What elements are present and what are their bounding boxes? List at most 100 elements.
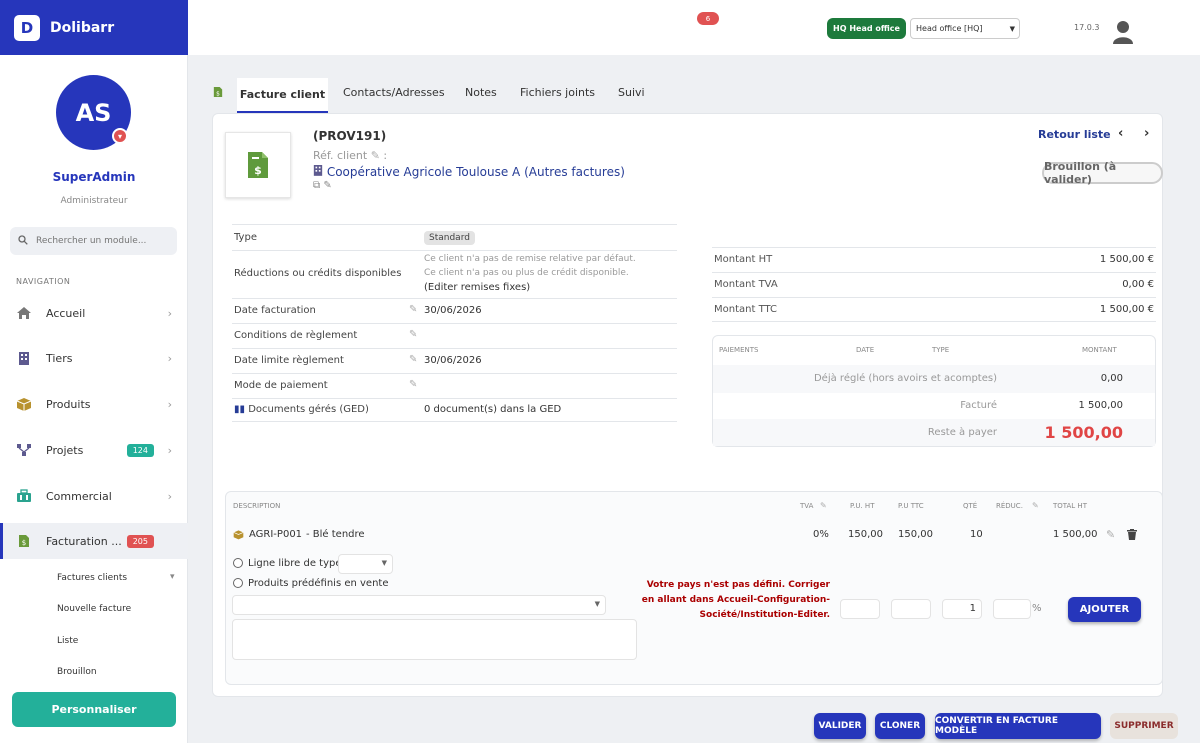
- pencil-icon[interactable]: ✎: [820, 501, 827, 510]
- product-select[interactable]: ▼: [232, 595, 606, 615]
- add-line-button[interactable]: AJOUTER: [1068, 597, 1141, 622]
- tab-facture-client[interactable]: Facture client: [237, 78, 328, 113]
- free-line-type-select[interactable]: ▼: [338, 554, 393, 574]
- field-label: Réductions ou crédits disponibles: [234, 268, 402, 279]
- sub-item-brouillon[interactable]: Brouillon: [57, 667, 97, 677]
- new-line-discount-input[interactable]: [993, 599, 1031, 619]
- chevron-down-icon[interactable]: ▾: [112, 128, 128, 144]
- entity-select[interactable]: Head office [HQ] ▼: [910, 18, 1020, 39]
- caret-down-icon[interactable]: ▾: [170, 572, 175, 582]
- module-search[interactable]: [10, 227, 177, 255]
- sidebar-item-label: Projets: [46, 443, 84, 457]
- customize-button[interactable]: Personnaliser: [12, 692, 176, 727]
- ged-link[interactable]: 0 document(s) dans la GED: [424, 404, 561, 415]
- user-role: Administrateur: [60, 196, 128, 206]
- count-badge: 124: [126, 443, 154, 457]
- ref-client-row: Réf. client ✎ :: [313, 149, 387, 162]
- pencil-icon[interactable]: ✎: [409, 379, 417, 390]
- tab-notes[interactable]: Notes: [465, 86, 497, 99]
- sidebar-item-commercial[interactable]: Commercial ›: [0, 478, 188, 514]
- project-icon: [16, 442, 32, 458]
- line-header: P.U. HT: [850, 502, 875, 510]
- invoice-ref: (PROV191): [313, 129, 387, 143]
- notification-badge[interactable]: 6: [697, 12, 719, 25]
- status-badge: Brouillon (à valider): [1042, 160, 1163, 186]
- sub-item-liste[interactable]: Liste: [57, 636, 78, 646]
- validate-button[interactable]: VALIDER: [814, 713, 866, 739]
- pencil-icon[interactable]: ✎: [409, 304, 417, 315]
- sidebar-item-tiers[interactable]: Tiers ›: [0, 340, 188, 376]
- radio-button[interactable]: [233, 578, 243, 588]
- radio-button[interactable]: [233, 558, 243, 568]
- box-icon: [16, 396, 32, 412]
- sub-item-factures-clients[interactable]: Factures clients: [57, 573, 127, 583]
- predefined-option[interactable]: Produits prédéfinis en vente: [233, 578, 388, 589]
- tab-fichiers-joints[interactable]: Fichiers joints: [520, 86, 595, 99]
- box-icon: [233, 529, 244, 543]
- user-name[interactable]: SuperAdmin: [0, 170, 188, 184]
- company-link[interactable]: Coopérative Agricole Toulouse A: [327, 165, 520, 179]
- sidebar-item-label: Accueil: [46, 306, 86, 320]
- other-invoices-link[interactable]: (Autres factures): [524, 165, 625, 179]
- reductions-line1: Ce client n'a pas de remise relative par…: [424, 254, 636, 264]
- amount-row-ht: Montant HT 1 500,00 €: [712, 247, 1156, 272]
- clone-button[interactable]: CLONER: [875, 713, 925, 739]
- field-row-type: Type Standard: [232, 224, 677, 250]
- product-desc: - Blé tendre: [306, 529, 365, 540]
- sidebar-item-label: Produits: [46, 397, 91, 411]
- sidebar-item-projets[interactable]: Projets 124 ›: [0, 432, 188, 468]
- line-pu-ht: 150,00: [848, 529, 883, 540]
- chevron-right-icon: ›: [167, 443, 172, 457]
- pencil-icon[interactable]: ✎: [323, 180, 331, 191]
- pencil-icon[interactable]: ✎: [409, 354, 417, 365]
- pencil-icon[interactable]: ✎: [371, 149, 380, 162]
- tab-contacts[interactable]: Contacts/Adresses: [343, 86, 445, 99]
- invoice-icon: $: [16, 533, 32, 549]
- amount-row-ttc: Montant TTC 1 500,00 €: [712, 297, 1156, 322]
- sub-item-nouvelle-facture[interactable]: Nouvelle facture: [57, 604, 131, 614]
- free-line-option[interactable]: Ligne libre de type: [233, 558, 342, 569]
- line-qty: 10: [970, 529, 983, 540]
- new-line-pu-ttc-input[interactable]: [891, 599, 931, 619]
- new-line-qty-input[interactable]: 1: [942, 599, 982, 619]
- pencil-icon[interactable]: ✎: [1106, 528, 1115, 541]
- back-to-list-link[interactable]: Retour liste: [1038, 128, 1111, 141]
- payments-header: TYPE: [932, 346, 950, 354]
- field-row-date: Date facturation ✎ 30/06/2026: [232, 298, 677, 323]
- chevron-left-icon[interactable]: ‹: [1118, 126, 1123, 141]
- amount-value: 1 500,00 €: [1099, 254, 1154, 265]
- project-icon: ⧉: [313, 180, 321, 191]
- trash-icon[interactable]: [1127, 529, 1137, 543]
- field-value: 30/06/2026: [424, 355, 482, 366]
- line-description-textarea[interactable]: [232, 619, 637, 660]
- search-input[interactable]: [36, 236, 176, 246]
- pencil-icon[interactable]: ✎: [1032, 501, 1039, 510]
- building-icon: [16, 350, 32, 366]
- briefcase-icon: [16, 488, 32, 504]
- sidebar-item-label: Facturation ...: [46, 534, 122, 548]
- product-code-link[interactable]: AGRI-P001: [249, 529, 302, 540]
- user-icon[interactable]: [1112, 20, 1134, 44]
- chevron-right-icon[interactable]: ›: [1144, 126, 1149, 141]
- sidebar-item-facturation[interactable]: $ Facturation ... 205: [0, 523, 188, 559]
- field-label: Mode de paiement: [234, 380, 328, 391]
- new-line-pu-ht-input[interactable]: [840, 599, 880, 619]
- sidebar-item-produits[interactable]: Produits ›: [0, 386, 188, 422]
- nav-heading: NAVIGATION: [16, 277, 71, 286]
- convert-template-button[interactable]: CONVERTIR EN FACTURE MODÈLE: [935, 713, 1101, 739]
- country-warning: Votre pays n'est pas défini. Corriger en…: [641, 580, 830, 620]
- pencil-icon[interactable]: ✎: [409, 329, 417, 340]
- brand-header[interactable]: D Dolibarr: [0, 0, 188, 55]
- home-icon: [16, 305, 32, 321]
- field-label: Conditions de règlement: [234, 330, 358, 341]
- field-row-due-date: Date limite règlement ✎ 30/06/2026: [232, 348, 677, 373]
- edit-discounts-link[interactable]: (Editer remises fixes): [424, 282, 530, 293]
- field-label-row: ▮▮ Documents gérés (GED): [234, 404, 369, 415]
- line-header: P.U TTC: [898, 502, 924, 510]
- delete-button[interactable]: SUPPRIMER: [1110, 713, 1178, 739]
- chevron-right-icon: ›: [167, 397, 172, 411]
- tab-suivi[interactable]: Suivi: [618, 86, 645, 99]
- entity-select-value: Head office [HQ]: [916, 24, 983, 33]
- sidebar-item-accueil[interactable]: Accueil ›: [0, 295, 188, 331]
- svg-text:$: $: [22, 539, 26, 547]
